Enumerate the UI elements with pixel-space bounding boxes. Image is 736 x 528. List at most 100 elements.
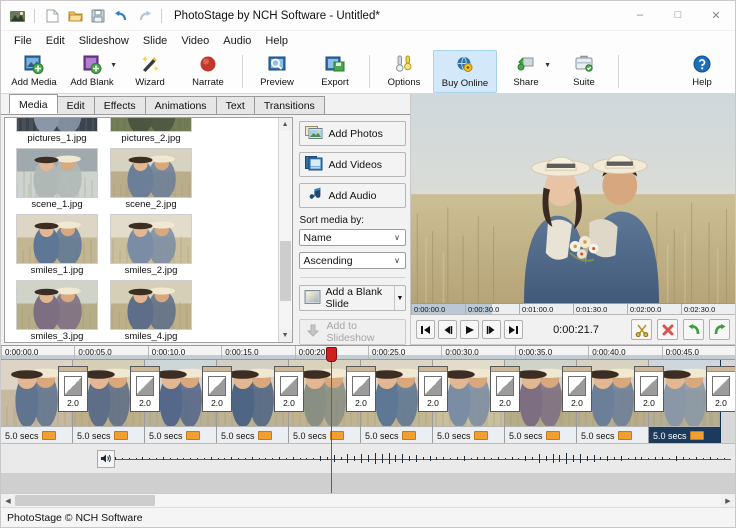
timeline-audio-track[interactable] [1,444,735,474]
media-thumbnail[interactable]: scene_2.jpg [107,148,195,210]
timeline-horizontal-scrollbar[interactable]: ◀ ▶ [1,493,735,507]
timeline-transition-marker[interactable]: 2.0 [634,366,664,412]
add-to-slideshow-button[interactable]: Add to Slideshow [299,319,406,345]
chevron-down-icon[interactable]: ▼ [110,62,117,69]
media-vertical-scrollbar[interactable]: ▲ ▼ [278,118,292,342]
rotate-right-button[interactable] [709,319,730,340]
clip-effect-badge[interactable] [114,431,128,440]
timeline-transition-marker[interactable]: 2.0 [130,366,160,412]
rotate-left-button[interactable] [683,319,704,340]
clip-effect-badge[interactable] [42,431,56,440]
maximize-button[interactable]: □ [659,1,697,30]
toolbar-wizard[interactable]: Wizard [121,50,179,93]
tab-animations[interactable]: Animations [145,96,217,114]
hscroll-track[interactable] [15,494,721,507]
clip-effect-badge[interactable] [402,431,416,440]
menu-video[interactable]: Video [174,33,216,49]
tab-edit[interactable]: Edit [57,96,95,114]
scroll-left-button[interactable]: ◀ [1,494,15,507]
toolbar-narrate[interactable]: Narrate [179,50,237,93]
media-thumbnail[interactable]: smiles_3.jpg [13,280,101,342]
media-thumbnail-pane[interactable]: pictures_1.jpg pictures_2.jpg scene_1.jp… [4,117,293,343]
timeline-ruler[interactable]: 0:00:00.00:00:05.00:00:10.00:00:15.00:00… [1,346,735,360]
media-thumbnail[interactable]: pictures_2.jpg [107,117,195,144]
timeline-empty-area[interactable] [1,474,735,493]
tab-transitions[interactable]: Transitions [254,96,325,114]
toolbar-suite[interactable]: Suite [555,50,613,93]
delete-clip-button[interactable] [657,319,678,340]
save-project-icon[interactable] [88,6,108,26]
close-button[interactable]: ✕ [697,1,735,30]
clip-effect-badge[interactable] [474,431,488,440]
speaker-icon[interactable] [97,450,115,468]
sort-field-select[interactable]: Name ∨ [299,229,406,246]
scroll-down-button[interactable]: ▼ [279,329,292,342]
media-thumbnail-image[interactable] [16,117,98,132]
tab-media[interactable]: Media [9,94,58,114]
chevron-down-icon[interactable]: ▼ [544,62,551,69]
media-thumbnail-image[interactable] [16,280,98,330]
tab-effects[interactable]: Effects [94,96,146,114]
video-preview[interactable] [411,94,735,303]
timeline-slide-track[interactable]: 5.0 secs2.0 5.0 secs2.0 5.0 secs2.0 5.0 … [1,360,735,444]
timeline-transition-marker[interactable]: 2.0 [202,366,232,412]
skip-to-start-button[interactable] [416,320,435,339]
timeline-transition-marker[interactable]: 2.0 [418,366,448,412]
chevron-down-icon[interactable]: ▼ [394,286,405,310]
step-forward-button[interactable] [482,320,501,339]
scroll-up-button[interactable]: ▲ [279,118,292,131]
add-videos-button[interactable]: Add Videos [299,152,406,177]
timeline-transition-marker[interactable]: 2.0 [706,366,735,412]
media-thumbnail-image[interactable] [16,214,98,264]
clip-effect-badge[interactable] [546,431,560,440]
timeline-transition-marker[interactable]: 2.0 [58,366,88,412]
toolbar-share[interactable]: Share ▼ [497,50,555,93]
media-thumbnail-image[interactable] [110,280,192,330]
toolbar-help[interactable]: Help [673,50,731,93]
menu-help[interactable]: Help [258,33,295,49]
redo-icon[interactable] [134,6,154,26]
media-thumbnail[interactable]: smiles_2.jpg [107,214,195,276]
toolbar-preview[interactable]: Preview [248,50,306,93]
new-project-icon[interactable] [42,6,62,26]
media-thumbnail[interactable]: scene_1.jpg [13,148,101,210]
media-thumbnail-image[interactable] [110,148,192,198]
split-clip-button[interactable] [631,319,652,340]
playhead-grip[interactable] [326,347,337,362]
menu-file[interactable]: File [7,33,39,49]
chevron-down-icon[interactable]: ∨ [389,233,405,242]
media-thumbnail[interactable]: smiles_1.jpg [13,214,101,276]
clip-effect-badge[interactable] [618,431,632,440]
minimize-button[interactable]: – [621,1,659,30]
tab-text[interactable]: Text [216,96,255,114]
add-audio-button[interactable]: Add Audio [299,183,406,208]
scroll-track[interactable] [279,131,292,329]
media-thumbnail-image[interactable] [110,214,192,264]
skip-to-end-button[interactable] [504,320,523,339]
clip-effect-badge[interactable] [258,431,272,440]
sort-order-select[interactable]: Ascending ∨ [299,252,406,269]
timeline-transition-marker[interactable]: 2.0 [490,366,520,412]
toolbar-export[interactable]: Export [306,50,364,93]
preview-timeline-ruler[interactable]: 0:00:00.00:00:30.00:01:00.00:01:30.00:02… [411,303,735,315]
timeline-transition-marker[interactable]: 2.0 [274,366,304,412]
toolbar-options[interactable]: Options [375,50,433,93]
timeline-transition-marker[interactable]: 2.0 [562,366,592,412]
media-thumbnail-image[interactable] [110,117,192,132]
add-photos-button[interactable]: Add Photos [299,121,406,146]
hscroll-thumb[interactable] [15,495,155,506]
media-thumbnail[interactable]: pictures_1.jpg [13,117,101,144]
toolbar-buy-online[interactable]: Buy Online [433,50,497,93]
media-thumbnail[interactable]: smiles_4.jpg [107,280,195,342]
chevron-down-icon[interactable]: ∨ [389,256,405,265]
menu-edit[interactable]: Edit [39,33,72,49]
timeline-playhead[interactable] [331,360,332,493]
timeline-transition-marker[interactable]: 2.0 [346,366,376,412]
undo-icon[interactable] [111,6,131,26]
menu-slideshow[interactable]: Slideshow [72,33,136,49]
add-blank-slide-button[interactable]: Add a Blank Slide ▼ [299,285,406,311]
media-thumbnail-image[interactable] [16,148,98,198]
scroll-right-button[interactable]: ▶ [721,494,735,507]
clip-effect-badge[interactable] [690,431,704,440]
menu-slide[interactable]: Slide [136,33,174,49]
